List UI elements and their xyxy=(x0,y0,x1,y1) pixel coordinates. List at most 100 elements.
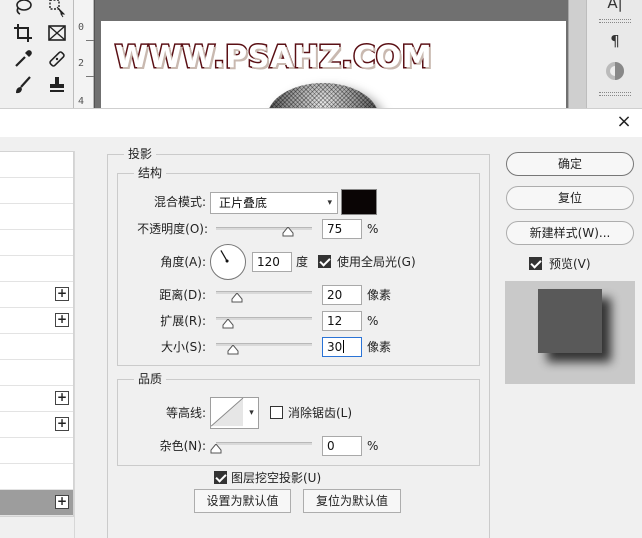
preview-checkbox[interactable] xyxy=(529,257,542,270)
adjustments-panel-button[interactable] xyxy=(597,60,633,82)
crop-tool-icon[interactable] xyxy=(12,22,34,44)
lasso-tool-icon[interactable] xyxy=(12,0,34,18)
size-unit: 像素 xyxy=(367,340,392,354)
ruler-mark xyxy=(86,76,94,77)
size-label: 大小(S): xyxy=(160,340,206,354)
canvas-area[interactable]: WWW.PSAHZ.COM xyxy=(95,0,568,108)
frame-tool-icon[interactable] xyxy=(46,22,68,44)
add-style-button[interactable]: + xyxy=(55,313,69,327)
distance-unit: 像素 xyxy=(367,288,392,302)
noise-label: 杂色(N): xyxy=(159,439,206,453)
brush-tool-icon[interactable] xyxy=(12,74,34,96)
list-item[interactable] xyxy=(0,360,73,386)
anti-alias-label: 消除锯齿(L) xyxy=(288,406,353,420)
adjustments-icon xyxy=(606,62,624,80)
distance-input[interactable]: 20 xyxy=(322,285,362,305)
blend-mode-select[interactable]: 正片叠底 ▾ xyxy=(210,192,338,214)
quick-selection-tool-icon[interactable] xyxy=(46,0,68,18)
noise-slider-thumb[interactable] xyxy=(210,444,222,454)
make-default-button[interactable]: 设置为默认值 xyxy=(194,489,291,513)
noise-slider-track[interactable] xyxy=(216,442,312,445)
global-light-checkbox[interactable] xyxy=(318,255,331,268)
list-item[interactable] xyxy=(0,230,73,256)
contour-dropdown-button[interactable]: ▾ xyxy=(245,397,259,429)
blend-mode-value: 正片叠底 xyxy=(219,196,268,210)
add-style-button[interactable]: + xyxy=(55,495,69,509)
ruler-tick: 0 xyxy=(78,22,85,33)
tools-panel xyxy=(0,0,74,108)
opacity-label: 不透明度(O): xyxy=(137,222,208,236)
angle-label: 角度(A): xyxy=(160,255,206,269)
character-panel-button[interactable]: A| xyxy=(597,0,633,16)
preview-swatch xyxy=(538,289,602,353)
list-item[interactable] xyxy=(0,204,73,230)
size-input[interactable]: 30 xyxy=(322,337,362,357)
list-item-drop-shadow-selected[interactable]: + xyxy=(0,490,73,516)
distance-label: 距离(D): xyxy=(159,288,206,302)
list-item[interactable]: + xyxy=(0,308,73,334)
quality-group-title: 品质 xyxy=(134,372,167,386)
chevron-down-icon: ▾ xyxy=(249,408,254,418)
document-canvas[interactable]: WWW.PSAHZ.COM xyxy=(101,21,566,108)
opacity-input[interactable]: 75 xyxy=(322,219,362,239)
spread-input[interactable]: 12 xyxy=(322,311,362,331)
spread-unit: % xyxy=(367,314,379,328)
reset-button[interactable]: 复位 xyxy=(506,186,634,210)
panel-grip[interactable] xyxy=(599,92,631,96)
list-item[interactable]: + xyxy=(0,412,73,438)
angle-unit: 度 xyxy=(296,255,309,269)
clone-stamp-tool-icon[interactable] xyxy=(46,74,68,96)
contour-label: 等高线: xyxy=(165,406,206,420)
right-panel-dock: A| ¶ xyxy=(586,0,642,108)
list-item[interactable] xyxy=(0,178,73,204)
styles-list: + + + + + xyxy=(0,151,74,517)
ok-button[interactable]: 确定 xyxy=(506,152,634,176)
angle-input[interactable]: 120 xyxy=(252,252,292,272)
add-style-button[interactable]: + xyxy=(55,391,69,405)
anti-alias-checkbox[interactable] xyxy=(270,406,283,419)
list-item[interactable] xyxy=(0,464,73,490)
noise-unit: % xyxy=(367,439,379,453)
vertical-ruler: 0 2 4 xyxy=(74,0,94,108)
angle-dial[interactable] xyxy=(210,244,246,280)
list-item[interactable] xyxy=(0,256,73,282)
opacity-unit: % xyxy=(367,222,379,236)
canvas-scrollbar[interactable] xyxy=(568,0,586,108)
paragraph-panel-button[interactable]: ¶ xyxy=(597,32,633,54)
text-caret xyxy=(343,340,345,353)
add-style-button[interactable]: + xyxy=(55,287,69,301)
knockout-checkbox[interactable] xyxy=(214,471,227,484)
list-item[interactable]: + xyxy=(0,282,73,308)
contour-picker[interactable] xyxy=(210,397,246,429)
new-style-button[interactable]: 新建样式(W)... xyxy=(506,221,634,245)
opacity-slider-track[interactable] xyxy=(216,227,312,230)
structure-group-title: 结构 xyxy=(134,166,167,180)
sphere-graphic xyxy=(267,83,379,108)
ruler-mark xyxy=(86,40,94,41)
list-item[interactable]: + xyxy=(0,386,73,412)
noise-input[interactable]: 0 xyxy=(322,436,362,456)
spread-label: 扩展(R): xyxy=(160,314,206,328)
style-preview xyxy=(505,281,635,384)
document-text: WWW.PSAHZ.COM xyxy=(113,39,433,77)
shadow-color-swatch[interactable] xyxy=(341,189,377,215)
healing-brush-tool-icon[interactable] xyxy=(46,48,68,70)
opacity-slider-thumb[interactable] xyxy=(282,227,294,237)
add-style-button[interactable]: + xyxy=(55,417,69,431)
panel-grip[interactable] xyxy=(599,19,631,23)
ruler-tick: 4 xyxy=(78,96,85,107)
layer-style-dialog: × + + + + + 投影 结构 混合模式: 正片叠底 ▾ 不透明度(O): … xyxy=(0,108,642,538)
photoshop-workspace: 0 2 4 WWW.PSAHZ.COM A| ¶ xyxy=(0,0,642,108)
list-item[interactable] xyxy=(0,334,73,360)
spread-slider-thumb[interactable] xyxy=(222,319,234,329)
distance-slider-thumb[interactable] xyxy=(231,293,243,303)
dialog-titlebar[interactable]: × xyxy=(0,109,642,137)
size-value: 30 xyxy=(327,340,343,354)
close-button[interactable]: × xyxy=(612,111,636,135)
styles-list-scrollbar[interactable] xyxy=(74,151,91,538)
list-item[interactable] xyxy=(0,438,73,464)
size-slider-thumb[interactable] xyxy=(227,345,239,355)
eyedropper-tool-icon[interactable] xyxy=(12,48,34,70)
list-item[interactable] xyxy=(0,152,73,178)
reset-to-default-button[interactable]: 复位为默认值 xyxy=(303,489,401,513)
